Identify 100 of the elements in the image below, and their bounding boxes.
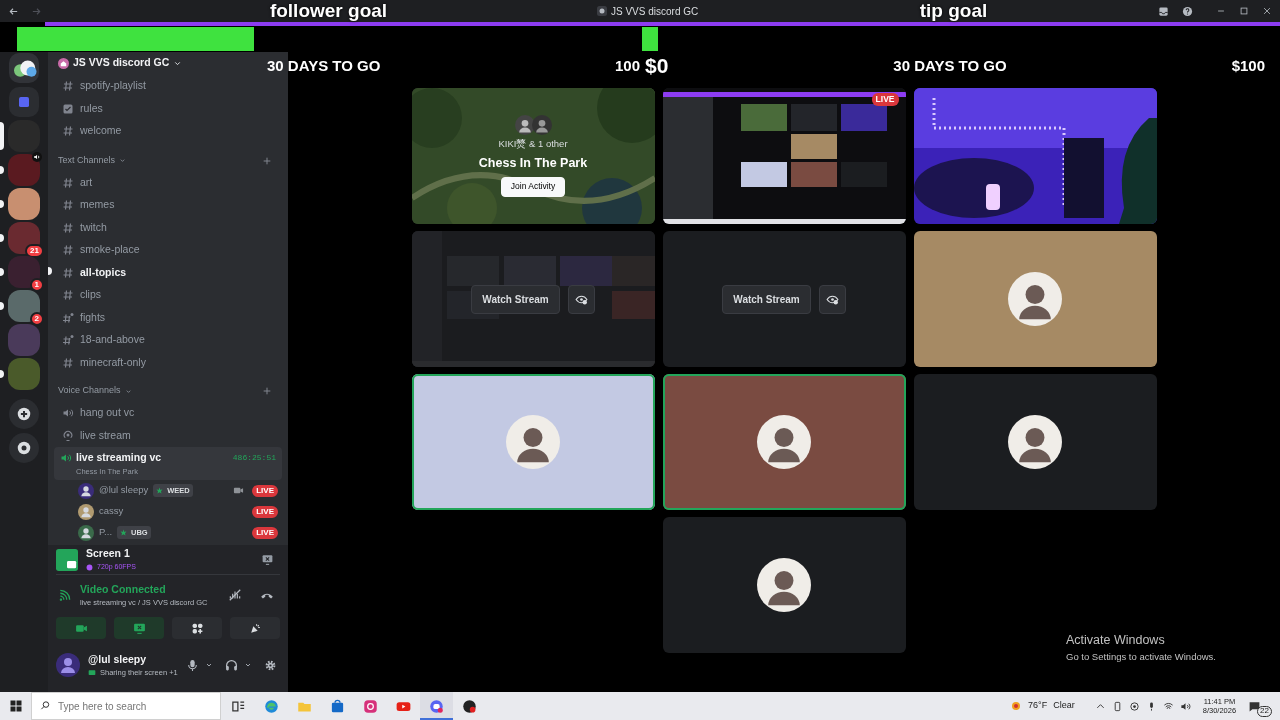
channel-item[interactable]: welcome [56, 120, 280, 143]
chevron-down-icon[interactable] [243, 661, 252, 669]
avatar [757, 415, 811, 469]
weather-condition[interactable]: Clear [1053, 699, 1075, 713]
goal-title: tip goal [919, 0, 988, 23]
server-indicator [0, 199, 4, 208]
hash-icon [62, 334, 74, 347]
voice-channel-item[interactable]: live stream [56, 424, 280, 447]
activities-icon [190, 621, 204, 635]
maximize-icon[interactable] [1239, 6, 1249, 16]
participant-tile[interactable] [913, 374, 1157, 510]
server-icon[interactable]: 1 [8, 255, 40, 288]
server-icon[interactable]: 2 [8, 289, 40, 322]
connection-status: Video Connected [80, 581, 167, 597]
server-icon [58, 57, 69, 69]
hash-icon [62, 199, 74, 212]
channel-item[interactable]: twitch [56, 216, 280, 239]
call-control-button[interactable] [172, 617, 222, 639]
activation-title: Activate Windows [1066, 632, 1166, 649]
camera-icon [363, 698, 378, 714]
server-name[interactable]: JS VVS discord GC [73, 55, 170, 71]
channel-item[interactable]: fights [56, 306, 280, 329]
live-badge: LIVE [252, 526, 278, 539]
avatar [1008, 415, 1062, 469]
hash-icon [62, 356, 74, 369]
settings-icon[interactable] [263, 658, 277, 672]
hash-icon [62, 311, 74, 324]
compass-icon[interactable] [9, 432, 39, 463]
start-icon[interactable] [10, 700, 22, 712]
category-header[interactable]: Text Channels [58, 153, 127, 168]
hash-icon [62, 266, 74, 279]
soundboard-icon [248, 621, 262, 635]
channel-item[interactable]: 18-and-above [56, 329, 280, 352]
goal-deadline: 30 DAYS TO GO [267, 55, 381, 76]
add-server-icon[interactable] [9, 398, 39, 429]
search-field[interactable]: Type here to search [31, 692, 221, 720]
watch-stream-button[interactable]: Watch Stream [471, 284, 560, 314]
server-icon[interactable] [9, 52, 39, 83]
notification-icon[interactable] [1248, 699, 1262, 713]
server-indicator [0, 369, 4, 378]
channel-item[interactable]: memes [56, 194, 280, 217]
folder-icon[interactable] [9, 86, 39, 117]
close-icon[interactable] [1262, 6, 1272, 16]
user-name[interactable]: @lul sleepy [88, 651, 178, 668]
weather-icon[interactable] [1010, 700, 1023, 712]
participant-tile[interactable] [913, 231, 1157, 367]
notification-badge: 2 [29, 311, 44, 326]
join-activity-button[interactable]: Join Activity [500, 177, 566, 197]
category-header[interactable]: Voice Channels [58, 384, 132, 398]
hash-icon [62, 125, 74, 138]
channel-item[interactable]: spotify-playlist [56, 75, 280, 98]
speaker-icon [60, 451, 72, 464]
server-indicator [0, 301, 4, 310]
volume-icon[interactable] [1179, 700, 1191, 712]
hash-icon [62, 289, 74, 302]
add-to-watch-button[interactable] [818, 284, 846, 314]
channel-item[interactable]: all-topics [56, 261, 280, 284]
member-name[interactable]: P... [99, 525, 113, 540]
speaker-icon [32, 151, 42, 162]
signal-icon [58, 588, 72, 602]
member-name[interactable]: @lul sleepy [99, 483, 149, 498]
goal-target: $100 [1231, 55, 1265, 76]
headset-icon[interactable] [224, 658, 238, 672]
chevron-down-icon[interactable] [204, 661, 213, 669]
temperature[interactable]: 76°F [1028, 699, 1048, 713]
hash-icon [62, 244, 74, 257]
avatar [78, 524, 94, 541]
avatar[interactable] [56, 653, 80, 677]
server-indicator [0, 233, 4, 242]
channel-item[interactable]: clips [56, 284, 280, 307]
stop-stream-icon[interactable] [261, 553, 274, 566]
participant-tile[interactable] [662, 517, 906, 653]
stream-tile[interactable]: Watch Stream [662, 231, 906, 367]
back-arrow-icon[interactable] [8, 5, 19, 17]
participant-tile[interactable] [662, 374, 906, 510]
wifi-icon[interactable] [1162, 700, 1174, 712]
channel-item[interactable]: art [56, 171, 280, 194]
add-channel-icon[interactable] [262, 155, 272, 166]
add-channel-icon[interactable] [262, 386, 272, 396]
inbox-icon[interactable] [1158, 5, 1169, 17]
activity-title: Chess In The Park [478, 154, 588, 172]
channel-item[interactable]: minecraft-only [56, 351, 280, 374]
task-view-icon [231, 698, 246, 714]
channel-item[interactable]: rules [56, 97, 280, 120]
rules-icon [62, 102, 74, 115]
server-icon[interactable] [8, 187, 40, 220]
screen-icon [88, 668, 96, 677]
member-name[interactable]: cassy [99, 504, 124, 519]
voice-channel-item[interactable]: hang out vc [56, 402, 280, 425]
help-icon[interactable] [1182, 5, 1193, 17]
network-icon[interactable] [1128, 700, 1140, 712]
server-indicator [0, 121, 4, 150]
hash-icon [62, 221, 74, 234]
channel-item[interactable]: smoke-place [56, 239, 280, 262]
noise-suppression-icon[interactable] [228, 588, 242, 602]
watch-stream-button[interactable]: Watch Stream [722, 284, 811, 314]
avatar [514, 115, 535, 136]
notification-badge: 21 [25, 243, 44, 258]
microphone-icon[interactable] [185, 658, 199, 672]
participant-tile[interactable] [411, 374, 655, 510]
